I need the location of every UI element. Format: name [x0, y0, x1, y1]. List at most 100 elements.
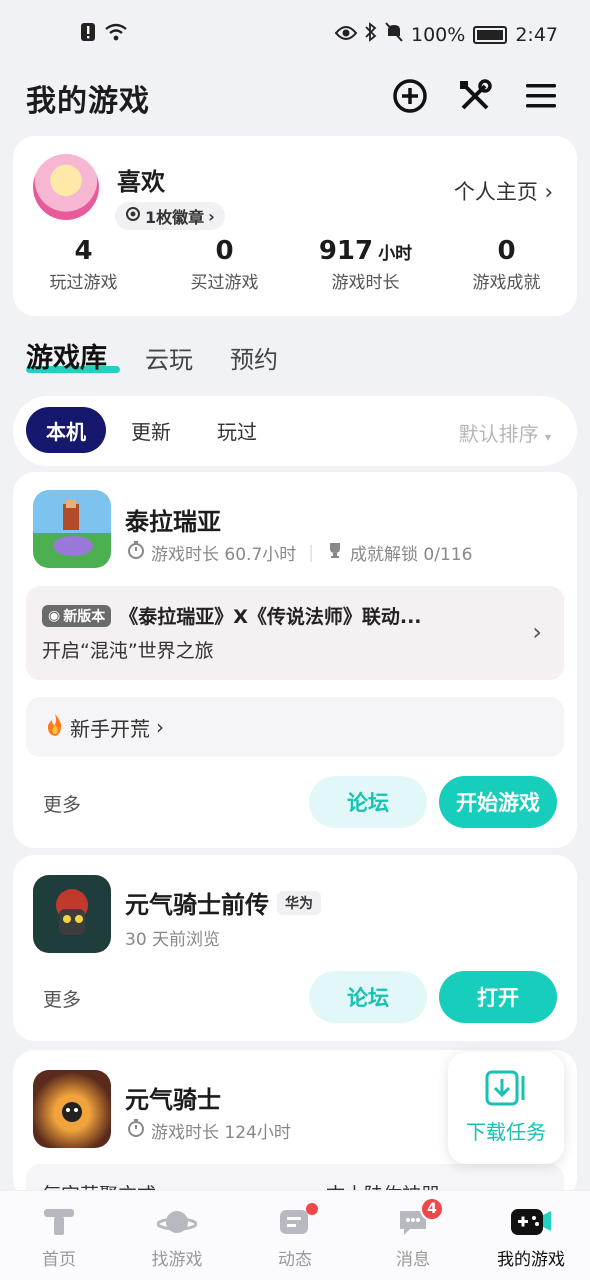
nav-home[interactable]: 首页	[0, 1191, 118, 1280]
nav-find-games[interactable]: 找游戏	[118, 1191, 236, 1280]
sort-label: 默认排序	[458, 422, 539, 446]
new-version-tag: ◉ 新版本	[42, 604, 112, 627]
more-link[interactable]: 更多	[43, 790, 81, 817]
filter-played[interactable]: 玩过	[197, 407, 277, 453]
nav-label: 动态	[278, 1250, 312, 1270]
status-right: 100% 2:47	[334, 22, 558, 47]
stat-label: 游戏成就	[472, 273, 541, 293]
badge-label: 1枚徽章	[145, 208, 205, 227]
mute-bell-icon	[385, 22, 403, 47]
filter-bar: 本机 更新 玩过 默认排序 ▾	[13, 396, 577, 466]
wifi-icon	[104, 22, 128, 46]
new-version-label: 新版本	[63, 608, 106, 625]
forum-button[interactable]: 论坛	[309, 776, 427, 828]
chevron-right-icon: ›	[544, 180, 553, 204]
game-icon-terraria[interactable]	[33, 490, 111, 568]
stat-value: 0	[215, 236, 234, 266]
game-name[interactable]: 泰拉瑞亚	[125, 502, 221, 537]
game-icon-soul-knight[interactable]	[33, 1070, 111, 1148]
chevron-right-icon: ›	[156, 715, 164, 739]
playtime-text: 游戏时长 124小时	[151, 1123, 291, 1143]
nav-label: 首页	[42, 1250, 76, 1270]
sort-dropdown[interactable]: 默认排序 ▾	[459, 418, 551, 447]
beginner-guide[interactable]: 新手开荒 ›	[26, 697, 564, 757]
nav-feed[interactable]: 动态	[236, 1191, 354, 1280]
eye-icon	[334, 24, 358, 46]
achievements-text: 成就解锁 0/116	[350, 545, 473, 565]
nav-messages[interactable]: 4 消息	[354, 1191, 472, 1280]
game-meta: 游戏时长 124小时	[127, 1118, 291, 1143]
game-icon-soul-knight-prequel[interactable]	[33, 875, 111, 953]
stopwatch-icon	[127, 541, 145, 564]
fire-icon	[44, 713, 66, 742]
start-game-button[interactable]: 开始游戏	[439, 776, 557, 828]
trophy-icon	[326, 541, 344, 564]
guide-label: 新手开荒	[70, 716, 150, 741]
stat-value: 917	[318, 236, 374, 266]
alert-icon	[80, 22, 96, 46]
version-icon: ◉	[48, 607, 61, 624]
stopwatch-icon	[127, 1119, 145, 1142]
homepage-label: 个人主页	[453, 180, 538, 204]
gamepad-icon	[509, 1207, 553, 1241]
status-left	[80, 22, 128, 46]
planet-icon	[156, 1207, 198, 1241]
download-icon	[448, 1052, 564, 1110]
stat-label: 游戏时长	[331, 273, 400, 293]
stat-played[interactable]: 4 玩过游戏	[13, 236, 154, 293]
nav-label: 消息	[396, 1250, 430, 1270]
nav-my-games[interactable]: 我的游戏	[472, 1191, 590, 1280]
notification-dot	[306, 1203, 318, 1215]
medal-icon	[125, 206, 141, 226]
game-title-row: 元气骑士前传 华为	[125, 885, 321, 920]
game-card-soul-knight-prequel: 元气骑士前传 华为 30 天前浏览 更多 论坛 打开	[13, 855, 577, 1041]
download-label: 下载任务	[466, 1120, 546, 1144]
stat-label: 买过游戏	[190, 273, 259, 293]
message-icon	[396, 1211, 430, 1241]
stat-value: 0	[497, 236, 516, 266]
tab-reservation[interactable]: 预约	[230, 340, 278, 375]
news-title: 《泰拉瑞亚》X《传说法师》联动...	[119, 606, 422, 628]
avatar[interactable]	[33, 154, 99, 220]
bottom-nav: 首页 找游戏 动态 4 消息 我的游戏	[0, 1190, 590, 1280]
status-bar: 100% 2:47	[0, 0, 590, 68]
username[interactable]: 喜欢	[117, 162, 165, 197]
game-name[interactable]: 元气骑士前传	[125, 885, 269, 920]
game-meta: 游戏时长 60.7小时 | 成就解锁 0/116	[127, 540, 472, 565]
meta-divider: |	[308, 542, 314, 563]
nav-label: 找游戏	[151, 1250, 203, 1270]
filter-local[interactable]: 本机	[26, 407, 106, 453]
stat-unit: 小时	[378, 244, 413, 264]
chevron-right-icon: ›	[208, 206, 215, 226]
stat-value: 4	[74, 236, 93, 266]
menu-icon[interactable]	[521, 76, 561, 116]
stat-bought[interactable]: 0 买过游戏	[154, 236, 295, 293]
badge-pill[interactable]: 1枚徽章 ›	[115, 202, 225, 230]
homepage-link[interactable]: 个人主页 ›	[454, 176, 553, 206]
download-tasks-button[interactable]: 下载任务	[448, 1052, 564, 1164]
page-title: 我的游戏	[26, 84, 150, 119]
battery-icon	[473, 25, 508, 44]
open-button[interactable]: 打开	[439, 971, 557, 1023]
home-icon	[42, 1207, 76, 1241]
profile-card: 喜欢 1枚徽章 › 个人主页 › 4 玩过游戏 0 买过游戏 917 小时 游戏…	[13, 136, 577, 316]
news-banner[interactable]: ◉ 新版本 《泰拉瑞亚》X《传说法师》联动... 开启“混沌”世界之旅 ›	[26, 586, 564, 680]
more-link[interactable]: 更多	[43, 985, 81, 1012]
caret-down-icon: ▾	[544, 430, 551, 444]
filter-updates[interactable]: 更新	[111, 407, 191, 453]
tools-icon[interactable]	[455, 76, 495, 116]
forum-button[interactable]: 论坛	[309, 971, 427, 1023]
battery-percent: 100%	[411, 23, 466, 46]
tab-library[interactable]: 游戏库	[26, 336, 107, 375]
stat-playtime[interactable]: 917 小时 游戏时长	[295, 236, 436, 293]
chevron-right-icon: ›	[532, 618, 542, 646]
add-circle-icon[interactable]	[390, 76, 430, 116]
browsed-text: 30 天前浏览	[125, 930, 221, 950]
tab-cloud-play[interactable]: 云玩	[145, 340, 193, 375]
platform-tag: 华为	[277, 890, 321, 915]
game-name[interactable]: 元气骑士	[125, 1080, 221, 1115]
game-card-terraria: 泰拉瑞亚 游戏时长 60.7小时 | 成就解锁 0/116 ◉ 新版本 《泰拉瑞…	[13, 472, 577, 848]
playtime-text: 游戏时长 60.7小时	[151, 545, 297, 565]
nav-label: 我的游戏	[497, 1250, 565, 1270]
stat-achievements[interactable]: 0 游戏成就	[436, 236, 577, 293]
